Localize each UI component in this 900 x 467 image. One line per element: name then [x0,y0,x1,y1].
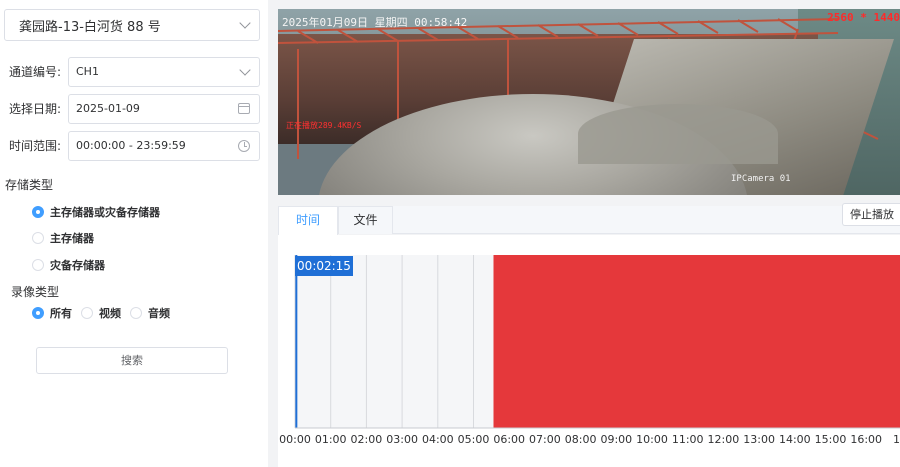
date-value: 2025-01-09 [76,102,140,115]
timeline-tick-label: 01:00 [314,433,347,446]
timeline-tick-label: 09:00 [600,433,633,446]
timeline-tick-label: 15:00 [814,433,847,446]
vessel-select[interactable]: 龚园路-13-白河货 88 号 [4,9,260,41]
radio-unchecked-icon [130,307,142,319]
record-radio-video[interactable]: 视频 [81,305,121,321]
timeline-tick-label: 16:00 [850,433,883,446]
storage-radio-label: 主存储器 [50,232,94,245]
radio-unchecked-icon [32,259,44,271]
timeline-tick-label: 03:00 [386,433,418,446]
record-radio-label: 音频 [148,307,170,320]
channel-row: 通道编号: CH1 [0,57,268,87]
radio-checked-icon [32,307,44,319]
tab-file[interactable]: 文件 [338,206,393,234]
timeline-tick-label: 04:00 [421,433,454,446]
date-label: 选择日期: [9,102,62,116]
video-osd-time: 2025年01月09日 星期四 00:58:42 [282,16,468,29]
video-osd-bitrate: 正在播放289.4KB/S [286,121,362,130]
video-osd-resolution: 2560 * 1440 [827,11,900,24]
storage-type-title: 存储类型 [5,178,54,192]
timeline-tick-label: 02:00 [350,433,383,446]
time-range-picker[interactable]: 00:00:00 - 23:59:59 [68,131,260,161]
storage-radio-label: 主存储器或灾备存储器 [50,206,160,219]
time-range-label: 时间范围: [9,139,62,153]
timeline-tick-label: 10:00 [636,433,668,446]
storage-radio-main[interactable]: 主存储器 [32,230,94,246]
record-radio-label: 视频 [99,307,121,320]
search-button[interactable]: 搜索 [36,347,228,374]
storage-radio-backup[interactable]: 灾备存储器 [32,257,105,273]
timeline-tick-label: 08:00 [564,433,597,446]
video-player[interactable]: 2025年01月09日 星期四 00:58:42 2560 * 1440 正在播… [278,9,900,195]
timeline-tick-label: 07:00 [529,433,561,446]
channel-value: CH1 [76,65,99,78]
tab-time[interactable]: 时间 [278,206,338,235]
radio-unchecked-icon [81,307,93,319]
search-panel: 龚园路-13-白河货 88 号 通道编号: CH1 选择日期: 2025-01-… [0,0,268,467]
vessel-select-value: 龚园路-13-白河货 88 号 [19,19,161,35]
playback-app: 龚园路-13-白河货 88 号 通道编号: CH1 选择日期: 2025-01-… [0,0,900,467]
timeline-tick-label: 17: [893,433,900,446]
clock-icon [238,140,250,152]
calendar-icon [238,103,250,114]
radio-checked-icon [32,206,44,218]
record-type-title: 录像类型 [11,285,60,299]
record-radio-audio[interactable]: 音频 [130,305,170,321]
timeline-tick-label: 00:00 [279,433,311,446]
channel-select[interactable]: CH1 [68,57,260,87]
record-radio-label: 所有 [50,307,72,320]
tab-bar: 时间 文件 [278,206,900,235]
timeline-tick-label: 13:00 [743,433,775,446]
stop-playback-button[interactable]: 停止播放 [842,203,900,226]
channel-label: 通道编号: [9,65,62,79]
record-radio-all[interactable]: 所有 [32,305,72,321]
chevron-down-icon [239,17,251,29]
timeline-tick-label: 11:00 [671,433,704,446]
video-osd-camera: IPCamera 01 [731,174,791,184]
date-picker[interactable]: 2025-01-09 [68,94,260,124]
radio-unchecked-icon [32,232,44,244]
date-row: 选择日期: 2025-01-09 [0,94,268,124]
timeline-tick-label: 06:00 [493,433,526,446]
timeline-tick-label: 14:00 [778,433,811,446]
time-range-value: 00:00:00 - 23:59:59 [76,139,186,152]
timeline-tick-label: 12:00 [707,433,740,446]
timeline-cursor-label: 00:02:15 [295,256,353,276]
timeline-tick-label: 05:00 [457,433,490,446]
chevron-down-icon [239,64,251,76]
video-gravel-pile-2 [578,104,778,164]
time-range-row: 时间范围: 00:00:00 - 23:59:59 [0,131,268,161]
storage-radio-label: 灾备存储器 [50,259,105,272]
storage-radio-main-or-backup[interactable]: 主存储器或灾备存储器 [32,204,160,220]
timeline-recording-segment[interactable] [493,255,900,428]
